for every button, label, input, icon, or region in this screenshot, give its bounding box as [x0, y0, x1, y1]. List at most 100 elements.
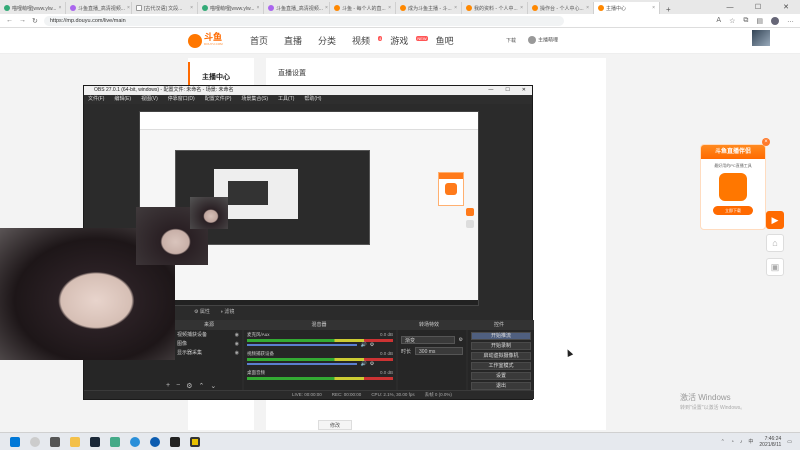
tab-close-icon[interactable]: × [325, 5, 328, 11]
extensions-icon[interactable]: ⧉ [743, 17, 748, 25]
play-icon[interactable]: ▶ [766, 211, 784, 229]
visibility-eye-icon[interactable]: ◉ [235, 332, 239, 338]
nav-games[interactable]: 游戏 NEW [390, 34, 428, 47]
menu-help[interactable]: 帮助(H) [304, 95, 321, 104]
companion-app-ad[interactable]: 斗鱼直播伴侣 最好用的PC直播工具 立即下载 [700, 144, 766, 230]
obs-icon[interactable] [170, 436, 180, 447]
nav-yuba[interactable]: 鱼吧 [436, 34, 454, 47]
move-down-icon[interactable]: ⌄ [210, 382, 216, 390]
user-cover-thumbnail[interactable] [752, 30, 770, 46]
browser-tab[interactable]: [古代汉语] 文段... × [132, 2, 198, 14]
browser-tab[interactable]: 喵哩萌哩[www.ylw... × [0, 2, 66, 14]
more-menu-icon[interactable]: … [787, 17, 794, 24]
studio-mode-button[interactable]: 工作室模式 [471, 362, 531, 370]
notifications-icon[interactable]: ▭ [787, 439, 792, 445]
screen-icon[interactable]: ▣ [766, 258, 784, 276]
profile-avatar[interactable] [771, 16, 779, 25]
steam-icon[interactable] [90, 436, 100, 447]
source-item[interactable]: 视频捕获设备 ◉ [174, 330, 242, 339]
menu-profile[interactable]: 配置文件(P) [205, 95, 232, 104]
properties-button[interactable]: ⚙ 属性 [194, 308, 210, 315]
source-item[interactable]: 显示器采集 ◉ [174, 348, 242, 357]
tab-close-icon[interactable]: × [454, 5, 457, 11]
add-icon[interactable]: + [166, 382, 170, 390]
browser-tab[interactable]: 斗鱼直播_高清视频... × [66, 2, 132, 14]
move-up-icon[interactable]: ⌃ [198, 382, 204, 390]
duration-field[interactable]: 300 ms [415, 347, 463, 355]
nav-home[interactable]: 首页 [250, 34, 268, 47]
settings-icon[interactable]: ⚙ [186, 382, 192, 390]
menu-docks[interactable]: 停靠窗口(D) [168, 95, 195, 104]
modify-button[interactable]: 修改 [318, 420, 352, 430]
browser-tab[interactable]: 斗鱼直播_高清视频... × [264, 2, 330, 14]
ad-download-button[interactable]: 立即下载 [713, 206, 753, 215]
forward-icon[interactable]: → [19, 17, 26, 24]
task-view-icon[interactable] [50, 436, 60, 447]
tab-close-icon[interactable]: × [652, 5, 655, 11]
menu-edit[interactable]: 编辑(E) [114, 95, 131, 104]
windows-start-icon[interactable] [10, 436, 20, 447]
app-icon[interactable] [110, 436, 120, 447]
ime-indicator[interactable]: 中 [748, 438, 753, 445]
browser-tab[interactable]: 斗鱼 - 每个人的直... × [330, 2, 396, 14]
reload-icon[interactable]: ↻ [32, 17, 38, 25]
minimize-icon[interactable]: — [716, 4, 744, 11]
browser-tab[interactable]: 我的资料 - 个人中... × [462, 2, 528, 14]
nav-live[interactable]: 直播 [284, 34, 302, 47]
menu-file[interactable]: 文件(F) [88, 95, 104, 104]
speaker-icon[interactable]: 🔊 [361, 361, 367, 367]
favorite-star-icon[interactable]: ☆ [729, 17, 735, 25]
browser-tab[interactable]: 喵哩萌哩[www.ylw... × [198, 2, 264, 14]
maximize-icon[interactable]: ☐ [505, 86, 509, 95]
edge-icon[interactable] [150, 436, 160, 447]
tab-close-icon[interactable]: × [127, 5, 130, 11]
tab-close-icon[interactable]: × [388, 5, 391, 11]
browser-icon[interactable] [130, 436, 140, 447]
browser-tab[interactable]: 操作台 - 个人中心... × [528, 2, 594, 14]
douyu-logo[interactable]: 斗鱼 DOUYU.COM [188, 32, 228, 50]
volume-icon[interactable]: ♪ [740, 439, 743, 445]
new-tab-plus-icon[interactable]: + [660, 5, 677, 14]
source-item[interactable]: 图像 ◉ [174, 339, 242, 348]
close-icon[interactable]: ✕ [522, 86, 526, 95]
browser-tab-active[interactable]: 主播中心 × [594, 2, 660, 14]
nav-category[interactable]: 分类 [318, 34, 336, 47]
visibility-eye-icon[interactable]: ◉ [235, 341, 239, 347]
maximize-icon[interactable]: ☐ [744, 3, 772, 11]
gear-icon[interactable]: ⚙ [370, 342, 374, 348]
tray-chevron-icon[interactable]: ⌃ [721, 439, 725, 445]
filters-button[interactable]: ◑ 滤镜 [220, 308, 234, 315]
url-field[interactable]: https://mp.douyu.com/live/main [43, 15, 564, 26]
user-menu[interactable]: 主播萌哩 [528, 36, 558, 44]
nav-video[interactable]: 视频 4 [352, 34, 383, 47]
collections-icon[interactable]: ▤ [756, 17, 763, 25]
home-icon[interactable]: ⌂ [766, 234, 784, 252]
tab-close-icon[interactable]: × [256, 5, 259, 11]
speaker-icon[interactable]: 🔊 [361, 342, 367, 348]
read-aloud-icon[interactable]: A [716, 17, 721, 24]
ad-close-icon[interactable]: × [762, 138, 770, 146]
remove-icon[interactable]: − [176, 382, 180, 390]
start-recording-button[interactable]: 开始录制 [471, 342, 531, 350]
volume-slider[interactable] [247, 363, 357, 365]
network-icon[interactable]: ◔ [731, 439, 734, 445]
menu-view[interactable]: 视图(V) [141, 95, 158, 104]
menu-tools[interactable]: 工具(T) [278, 95, 294, 104]
transition-select[interactable]: 渐变 [401, 336, 455, 344]
gear-icon[interactable]: ⚙ [370, 361, 374, 367]
back-icon[interactable]: ← [6, 17, 13, 24]
clock[interactable]: 7:46:24 2021/8/11 [759, 436, 781, 448]
download-link[interactable]: 下载 [506, 37, 516, 44]
file-explorer-icon[interactable] [70, 436, 80, 447]
browser-tab[interactable]: 成为斗鱼主播 - 斗... × [396, 2, 462, 14]
start-streaming-button[interactable]: 开始推流 [471, 332, 531, 340]
volume-slider[interactable] [247, 344, 357, 346]
app-icon[interactable] [190, 436, 200, 447]
tab-close-icon[interactable]: × [586, 5, 589, 11]
close-icon[interactable]: ✕ [772, 3, 800, 11]
settings-button[interactable]: 设置 [471, 372, 531, 380]
menu-scene-collection[interactable]: 场景集合(S) [241, 95, 268, 104]
virtual-camera-button[interactable]: 启动虚拟摄像机 [471, 352, 531, 360]
tab-close-icon[interactable]: × [520, 5, 523, 11]
tab-close-icon[interactable]: × [58, 5, 61, 11]
